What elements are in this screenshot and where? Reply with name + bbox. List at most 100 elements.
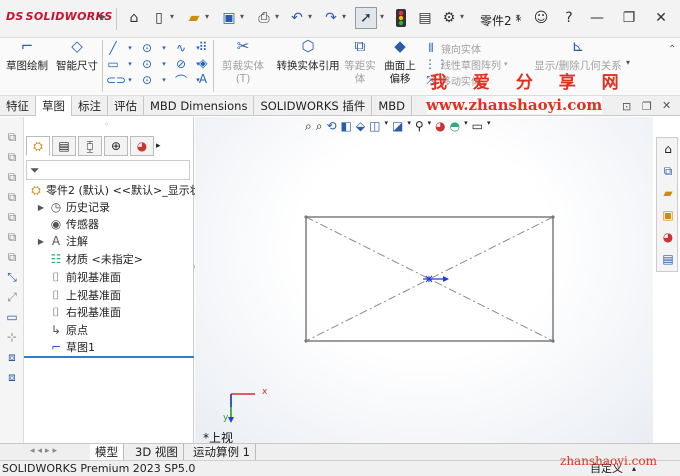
tool-3-icon[interactable]: ⧉ [4, 169, 20, 185]
graphics-area[interactable]: x y *上视 [195, 117, 653, 445]
tab-3d-view[interactable]: 3D 视图 [130, 444, 184, 460]
rollback-bar[interactable] [24, 356, 194, 358]
property-manager-tab-icon[interactable]: ▤ [52, 136, 76, 156]
tab-motion-study[interactable]: 运动算例 1 [188, 444, 256, 460]
offset-on-surface-button[interactable]: ◆ 曲面上 偏移 [380, 39, 420, 86]
spline-icon[interactable]: ∿ [174, 41, 188, 55]
construction-icon[interactable]: ⠿ [196, 40, 210, 56]
pin-icon[interactable]: ⊡ [622, 100, 631, 113]
tool-7-icon[interactable]: ⧉ [4, 249, 20, 265]
configuration-manager-tab-icon[interactable]: ⧮ [78, 136, 102, 156]
chevron-down-icon[interactable]: ▾ [123, 44, 137, 52]
chevron-down-icon[interactable]: ▾ [626, 58, 630, 67]
new-file-icon[interactable]: ▯ [150, 9, 168, 27]
tool-10-icon[interactable]: ▭ [4, 309, 20, 325]
tool-5-icon[interactable]: ⧉ [4, 209, 20, 225]
custom-properties-icon[interactable]: ▤ [659, 250, 677, 268]
edit-appearance-icon[interactable]: ◕ [435, 119, 445, 137]
chevron-down-icon[interactable]: ▾ [275, 12, 279, 21]
trim-entities-button[interactable]: ✂ 剪裁实体(T) [216, 39, 270, 86]
chevron-down-icon[interactable]: ▾ [157, 44, 171, 52]
zoom-to-area-icon[interactable]: ⌕ [316, 119, 323, 137]
tab-features[interactable]: 特征 [0, 96, 36, 116]
tool-6-icon[interactable]: ⧉ [4, 229, 20, 245]
apply-scene-icon[interactable]: ◓ [450, 119, 460, 137]
solidworks-logo[interactable]: DS SOLIDWORKS [6, 10, 113, 23]
slot-icon[interactable]: ⊂⊃ [106, 73, 126, 87]
minimize-icon[interactable]: — [588, 9, 606, 27]
display-style-icon[interactable]: ◪ [392, 119, 403, 137]
tool-12-icon[interactable]: ⧈ [4, 349, 20, 365]
open-icon[interactable]: ▰ [185, 9, 203, 27]
tree-item-material[interactable]: ☷ 材质 <未指定> [34, 251, 143, 268]
home-icon[interactable]: ⌂ [659, 140, 677, 158]
section-view-icon[interactable]: ◧ [341, 119, 352, 137]
redo-icon[interactable]: ↷ [322, 9, 340, 27]
help-icon[interactable]: ? [560, 9, 578, 27]
circle-icon[interactable]: ⊙ [140, 41, 154, 55]
chevron-down-icon[interactable]: ▾ [504, 60, 508, 68]
appearances-icon[interactable]: ◕ [659, 228, 677, 246]
traffic-light-icon[interactable] [392, 9, 410, 27]
menu-arrow-icon[interactable]: ▶ [100, 12, 106, 21]
tree-item-annotations[interactable]: ▶ A 注解 [34, 233, 88, 250]
arc-icon[interactable]: ⊙ [140, 57, 154, 71]
tree-item-top-plane[interactable]: ⌷ 上视基准面 [34, 287, 121, 304]
hide-show-icon[interactable]: ⚲ [415, 119, 424, 137]
expand-arrow-icon[interactable]: ▶ [34, 233, 48, 250]
tool-2-icon[interactable]: ⧉ [4, 149, 20, 165]
dynamic-annotation-icon[interactable]: ⬙ [356, 119, 365, 137]
chevron-down-icon[interactable]: ▾ [464, 119, 468, 137]
tree-filter[interactable]: ⏷ [26, 160, 190, 180]
restore-icon[interactable]: ❐ [642, 100, 652, 113]
close-icon[interactable]: ✕ [652, 9, 670, 27]
tab-scroll-icon[interactable]: ◂◂▸▸ [30, 446, 60, 456]
save-icon[interactable]: ▣ [220, 9, 238, 27]
panel-grip-icon[interactable]: ◦ [104, 120, 109, 129]
point-icon[interactable]: ⊘ [174, 57, 188, 71]
chevron-right-icon[interactable]: ▸ [156, 136, 170, 158]
chevron-down-icon[interactable]: ▾ [157, 60, 171, 68]
chevron-down-icon[interactable]: ▾ [342, 12, 346, 21]
tree-item-sensors[interactable]: ◉ 传感器 [34, 216, 99, 233]
tool-1-icon[interactable]: ⧉ [4, 129, 20, 145]
feature-tree-tab-icon[interactable]: ⛭ [26, 136, 50, 156]
tab-mbd[interactable]: MBD [372, 96, 413, 116]
tool-13-icon[interactable]: ⧈ [4, 369, 20, 385]
chevron-down-icon[interactable]: ▾ [428, 119, 432, 137]
mirror-entities-button[interactable]: ⫴ 镜向实体 [424, 40, 524, 56]
tree-item-history[interactable]: ▶ ◷ 历史记录 [34, 199, 110, 216]
chevron-down-icon[interactable]: ▾ [380, 12, 384, 21]
tool-4-icon[interactable]: ⧉ [4, 189, 20, 205]
chevron-up-icon[interactable]: ⌃ [668, 44, 676, 55]
tab-sketch[interactable]: 草图 [36, 96, 72, 116]
view-palette-icon[interactable]: ▣ [659, 206, 677, 224]
file-properties-icon[interactable]: ▤ [416, 9, 434, 27]
plane-icon[interactable]: ◈ [196, 56, 210, 72]
tree-item-front-plane[interactable]: ⌷ 前视基准面 [34, 269, 121, 286]
chevron-down-icon[interactable]: ▾ [460, 12, 464, 21]
tree-root[interactable]: ⛭ 零件2 (默认) <<默认>_显示状 [28, 182, 201, 199]
chevron-down-icon[interactable]: ▾ [308, 12, 312, 21]
previous-view-icon[interactable]: ⟲ [326, 119, 336, 137]
polygon-icon[interactable]: ⊙ [140, 73, 154, 87]
chevron-down-icon[interactable]: ▾ [205, 12, 209, 21]
tab-model[interactable]: 模型 [90, 444, 124, 460]
convert-entities-button[interactable]: ⬡ 转换实体引用 [274, 39, 342, 73]
user-account-icon[interactable]: ☺ [532, 9, 550, 27]
tree-item-sketch1[interactable]: ⌐ 草图1 [34, 339, 95, 356]
tree-item-origin[interactable]: ↳ 原点 [34, 322, 88, 339]
fillet-icon[interactable]: ⌒ [174, 72, 188, 89]
smart-dimension-button[interactable]: ◇ 智能尺寸 [54, 39, 100, 73]
tab-solidworks-addins[interactable]: SOLIDWORKS 插件 [254, 96, 373, 116]
tab-markup[interactable]: 标注 [72, 96, 108, 116]
view-settings-icon[interactable]: ▭ [472, 119, 483, 137]
select-icon[interactable]: ➚ [355, 7, 377, 29]
chevron-down-icon[interactable]: ▾ [170, 12, 174, 21]
chevron-down-icon[interactable]: ▾ [157, 76, 171, 84]
file-explorer-icon[interactable]: ▰ [659, 184, 677, 202]
design-library-icon[interactable]: ⧉ [659, 162, 677, 180]
chevron-down-icon[interactable]: ▾ [240, 12, 244, 21]
line-icon[interactable]: ╱ [106, 41, 120, 55]
chevron-down-icon[interactable]: ▾ [487, 119, 491, 137]
